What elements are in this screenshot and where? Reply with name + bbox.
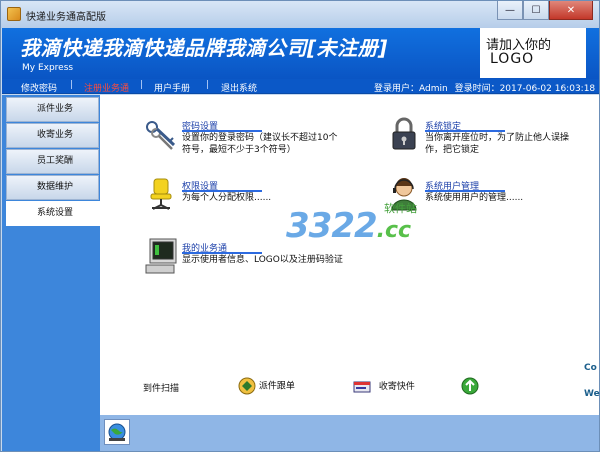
brand-title: 我滴快递我滴快递品牌我滴公司[未注册]: [20, 36, 388, 60]
system-lock-desc: 当你离开座位时，为了防止他人误操作，把它锁定: [425, 133, 570, 155]
header-banner: 我滴快递我滴快递品牌我滴公司[未注册] My Express 请加入你的 LOG…: [2, 28, 599, 79]
quick-action-scan[interactable]: 到件扫描: [143, 381, 179, 394]
padlock-icon: [392, 117, 416, 150]
quick-action-label: 到件扫描: [143, 384, 180, 394]
main-content: 密码设置 设置你的登录密码（建议长不超过10个符号，最短不少于3个符号） 系统锁…: [100, 95, 600, 415]
taskbar-area: [100, 415, 599, 451]
login-info: 登录用户：Admin 登录时间：2017-06-02 16:03:18: [374, 81, 595, 94]
sidebar-item-employee-reward[interactable]: 员工奖酬: [6, 149, 99, 174]
task-button[interactable]: [104, 419, 130, 445]
sidebar-item-dispatch[interactable]: 派件业务: [6, 97, 99, 122]
menu-separator: |: [140, 80, 144, 90]
login-time: 登录时间：2017-06-02 16:03:18: [454, 84, 596, 94]
sidebar-item-receive[interactable]: 收寄业务: [6, 123, 99, 148]
maximize-button[interactable]: ☐: [523, 1, 549, 20]
truncated-text-line1: Co: [584, 363, 597, 373]
window-controls: — ☐ ✕: [497, 1, 593, 20]
menu-change-password[interactable]: 修改密码: [21, 81, 57, 94]
password-setting-desc: 设置你的登录密码（建议长不超过10个符号，最短不少于3个符号）: [182, 133, 338, 155]
close-button[interactable]: ✕: [549, 1, 593, 20]
watermark-soft: 软件站: [384, 202, 417, 215]
my-business-desc: 显示使用者信息、LOGO以及注册码验证: [182, 255, 343, 265]
window-title: 快递业务通高配版: [26, 12, 106, 23]
app-window: 快递业务通高配版 — ☐ ✕ 我滴快递我滴快递品牌我滴公司[未注册] My Ex…: [0, 0, 600, 452]
watermark-number: 3322: [286, 206, 378, 246]
logo-placeholder: 请加入你的 LOGO: [480, 28, 586, 78]
logo-text-line2: LOGO: [490, 51, 535, 67]
menu-separator: |: [206, 80, 210, 90]
watermark: 3322.cc 软件站: [286, 202, 417, 246]
menu-user-manual[interactable]: 用户手册: [154, 81, 190, 94]
system-user-management-desc: 系统使用用户的管理......: [425, 193, 524, 203]
menu-register[interactable]: 注册业务通: [84, 81, 129, 94]
truncated-text-line2: We: [584, 389, 600, 399]
title-bar[interactable]: 快递业务通高配版 — ☐ ✕: [1, 1, 599, 28]
menu-separator: |: [70, 80, 74, 90]
quick-action-receive[interactable]: 收寄快件: [352, 377, 415, 395]
sidebar-item-data-maintenance[interactable]: 数据维护: [6, 175, 99, 200]
app-icon: [7, 7, 21, 21]
permission-setting-desc: 为每个人分配权限......: [182, 193, 272, 203]
menu-bar: 修改密码 | 注册业务通 | 用户手册 | 退出系统 登录用户：Admin 登录…: [2, 79, 599, 94]
sidebar: 派件业务 收寄业务 员工奖酬 数据维护 系统设置: [2, 95, 100, 451]
recycle-icon: [461, 377, 479, 395]
globe-icon: [108, 423, 126, 441]
watermark-domain: .cc: [376, 218, 412, 243]
login-user: 登录用户：Admin: [374, 84, 448, 94]
quick-action-recycle[interactable]: [461, 377, 479, 398]
dispatch-icon: [238, 377, 256, 395]
minimize-button[interactable]: —: [497, 1, 523, 20]
quick-action-dispatch[interactable]: 派件跟单: [238, 377, 295, 395]
brand-subtitle: My Express: [22, 63, 74, 73]
parcel-icon: [353, 381, 371, 393]
sidebar-item-system-settings[interactable]: 系统设置: [6, 201, 100, 226]
quick-action-label: 派件跟单: [258, 381, 295, 392]
keys-icon: [146, 121, 176, 150]
computer-icon: [145, 238, 177, 274]
quick-action-label: 收寄快件: [378, 381, 415, 392]
chair-icon: [150, 178, 172, 210]
menu-exit[interactable]: 退出系统: [221, 81, 257, 94]
